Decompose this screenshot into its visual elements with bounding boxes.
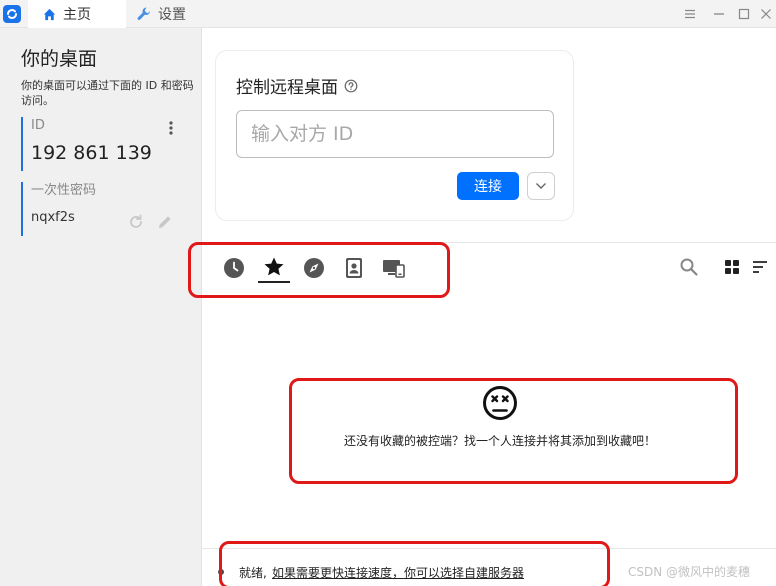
help-icon[interactable] bbox=[344, 79, 358, 93]
sidebar: 你的桌面 你的桌面可以通过下面的 ID 和密码访问。 ID 192 861 13… bbox=[0, 28, 202, 586]
maximize-icon[interactable] bbox=[736, 6, 752, 22]
tab-settings[interactable]: 设置 bbox=[134, 0, 224, 28]
highlight-empty-message bbox=[289, 378, 738, 484]
chevron-down-icon bbox=[536, 183, 546, 189]
menu-icon[interactable] bbox=[682, 6, 698, 22]
sidebar-description: 你的桌面可以通过下面的 ID 和密码访问。 bbox=[21, 79, 194, 107]
more-options-icon[interactable] bbox=[164, 120, 178, 136]
minimize-icon[interactable] bbox=[711, 6, 727, 22]
watermark-text: CSDN @微风中的麦穗 bbox=[628, 565, 751, 579]
highlight-peer-tabs bbox=[188, 242, 450, 298]
title-bar: 主页 设置 bbox=[0, 0, 776, 28]
sidebar-title: 你的桌面 bbox=[21, 48, 98, 70]
app-window: 主页 设置 你的桌面 你的桌面可以通过下面的 ID 和密码访问。 ID 192 … bbox=[0, 0, 776, 586]
remote-id-input[interactable] bbox=[236, 110, 554, 158]
connect-options-button[interactable] bbox=[527, 172, 555, 200]
refresh-icon[interactable] bbox=[127, 213, 145, 231]
connect-title: 控制远程桌面 bbox=[236, 73, 358, 98]
tab-home-label: 主页 bbox=[63, 7, 91, 23]
grid-view-icon[interactable] bbox=[722, 257, 742, 277]
sort-icon[interactable] bbox=[750, 257, 770, 277]
edit-icon[interactable] bbox=[156, 213, 174, 231]
home-icon bbox=[43, 8, 56, 20]
password-label: 一次性密码 bbox=[31, 183, 97, 198]
password-section: 一次性密码 nqxf2s bbox=[21, 182, 186, 236]
close-icon[interactable] bbox=[758, 6, 774, 22]
search-icon[interactable] bbox=[679, 257, 699, 277]
id-label: ID bbox=[31, 118, 45, 133]
connect-title-text: 控制远程桌面 bbox=[236, 78, 338, 98]
app-logo-icon bbox=[3, 5, 21, 23]
id-section: ID 192 861 139 bbox=[21, 117, 186, 171]
id-value[interactable]: 192 861 139 bbox=[31, 142, 186, 164]
tab-home[interactable]: 主页 bbox=[28, 0, 126, 28]
tab-settings-label: 设置 bbox=[158, 7, 186, 23]
wrench-icon bbox=[137, 7, 150, 21]
highlight-status-bar bbox=[219, 541, 610, 586]
connect-button[interactable]: 连接 bbox=[457, 172, 519, 200]
connect-card: 控制远程桌面 连接 bbox=[215, 50, 574, 221]
